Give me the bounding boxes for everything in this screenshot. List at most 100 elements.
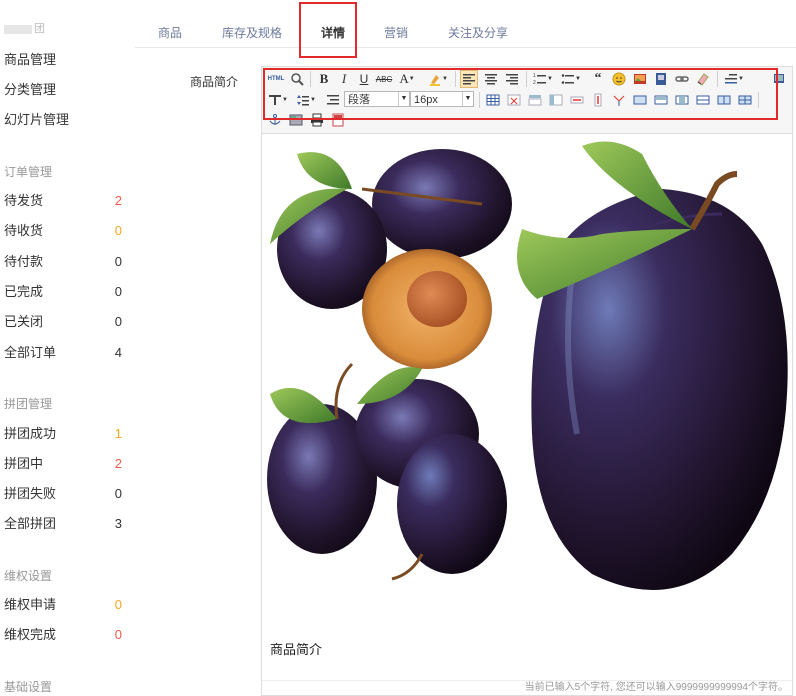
bold-icon[interactable]: B: [315, 70, 333, 88]
text-indent-icon[interactable]: ▼: [722, 70, 746, 88]
section-title-rights: 维权设置: [4, 569, 53, 583]
sidebar-item-all-orders[interactable]: 全部订单 4: [4, 343, 122, 363]
count-badge: 3: [114, 516, 122, 531]
sidebar-item-label: 维权申请: [4, 597, 57, 612]
delete-col-icon[interactable]: [589, 91, 607, 109]
sidebar-item-label: 维权完成: [4, 627, 57, 642]
paragraph-spacing-icon[interactable]: ▼: [266, 91, 290, 109]
field-label-intro: 商品简介: [190, 75, 239, 89]
italic-icon[interactable]: I: [335, 70, 353, 88]
blurred-title: [4, 24, 32, 34]
tab-follow-share[interactable]: 关注及分享: [448, 24, 508, 41]
merge-down-icon[interactable]: [673, 91, 691, 109]
sidebar-item-label: 拼团成功: [4, 426, 57, 441]
tab-marketing[interactable]: 营销: [384, 24, 408, 41]
paragraph-select[interactable]: 段落 ▼: [344, 91, 410, 107]
fullscreen-icon[interactable]: [770, 70, 788, 88]
count-badge: 0: [114, 597, 122, 612]
emoji-icon[interactable]: [610, 70, 628, 88]
blockquote-icon[interactable]: “: [589, 70, 607, 88]
sidebar-item-categories[interactable]: 分类管理: [4, 80, 122, 100]
insert-col-icon[interactable]: [547, 91, 565, 109]
svg-text:1: 1: [533, 73, 536, 79]
sidebar-item-label: 拼团失败: [4, 486, 57, 501]
editor-toolbar: HTML B I U ABC A ▼ ▼ 1 2 ▼ ▼ “ ▼ ▼ ▼ 段落 ▼ 16…: [262, 67, 792, 134]
editor-body-text[interactable]: 商品简介: [270, 639, 322, 658]
split-cell-icon[interactable]: [610, 91, 628, 109]
anchor-icon[interactable]: [266, 111, 284, 129]
count-badge: 2: [114, 456, 122, 471]
template-icon[interactable]: [287, 111, 305, 129]
count-badge: 0: [114, 314, 122, 329]
sidebar-item-to-ship[interactable]: 待发货 2: [4, 191, 122, 211]
sidebar-item-rights-done[interactable]: 维权完成 0: [4, 625, 122, 645]
align-right-icon[interactable]: [503, 70, 521, 88]
count-badge: 2: [114, 193, 122, 208]
sidebar-item-label: 全部订单: [4, 345, 57, 360]
section-title-basic-settings: 基础设置: [4, 680, 53, 694]
split-rows-icon[interactable]: [694, 91, 712, 109]
sidebar-item-to-pay[interactable]: 待付款 0: [4, 252, 122, 272]
sidebar-item-group-success[interactable]: 拼团成功 1: [4, 424, 122, 444]
sidebar-item-label: 拼团中: [4, 456, 44, 471]
count-badge: 0: [114, 627, 122, 642]
align-center-icon[interactable]: [482, 70, 500, 88]
sidebar-item-label: 待发货: [4, 193, 44, 208]
chevron-down-icon: ▼: [398, 92, 409, 106]
rich-text-editor: HTML B I U ABC A ▼ ▼ 1 2 ▼ ▼ “ ▼ ▼ ▼ 段落 ▼ 16…: [261, 66, 793, 696]
delete-table-icon[interactable]: [505, 91, 523, 109]
section-title-group-buy: 拼团管理: [4, 397, 53, 411]
format-block-icon[interactable]: [324, 91, 342, 109]
insert-table-icon[interactable]: [484, 91, 502, 109]
merge-cells-icon[interactable]: [631, 91, 649, 109]
strikethrough-icon[interactable]: ABC: [375, 70, 393, 88]
count-badge: 1: [114, 426, 122, 441]
tab-stock-specs[interactable]: 库存及规格: [222, 24, 282, 41]
merge-right-icon[interactable]: [652, 91, 670, 109]
insert-row-above-icon[interactable]: [526, 91, 544, 109]
image-icon[interactable]: [631, 70, 649, 88]
highlight-color-icon[interactable]: ▼: [426, 70, 450, 88]
eraser-icon[interactable]: [694, 70, 712, 88]
align-left-icon[interactable]: [460, 70, 478, 88]
sidebar-item-group-failed[interactable]: 拼团失败 0: [4, 484, 122, 504]
font-size-select[interactable]: 16px ▼: [410, 91, 474, 107]
sidebar-item-completed[interactable]: 已完成 0: [4, 282, 122, 302]
sidebar-item-label: 分类管理: [4, 82, 57, 97]
sidebar-item-rights-request[interactable]: 维权申请 0: [4, 595, 122, 615]
ordered-list-icon[interactable]: 1 2 ▼: [531, 70, 555, 88]
char-counter: 当前已输入5个字符, 您还可以输入9999999999994个字符。: [524, 682, 788, 693]
sidebar-item-products[interactable]: 商品管理: [4, 50, 122, 70]
table-props-icon[interactable]: [736, 91, 754, 109]
preview-icon[interactable]: [288, 70, 306, 88]
sidebar-item-label: 商品管理: [4, 52, 57, 67]
tab-details[interactable]: 详情: [321, 24, 345, 41]
sidebar-item-all-groups[interactable]: 全部拼团 3: [4, 514, 122, 534]
sidebar-item-closed[interactable]: 已关闭 0: [4, 312, 122, 332]
count-badge: 4: [114, 345, 122, 360]
drafts-icon[interactable]: [329, 111, 347, 129]
svg-text:2: 2: [533, 80, 536, 86]
plum-product-image: [262, 134, 792, 676]
unordered-list-icon[interactable]: ▼: [559, 70, 583, 88]
sidebar-item-label: 幻灯片管理: [4, 112, 70, 127]
video-icon[interactable]: [652, 70, 670, 88]
sidebar-item-label: 全部拼团: [4, 516, 57, 531]
html-source-button[interactable]: HTML: [266, 70, 286, 88]
sidebar-app-title: 团: [4, 20, 45, 36]
count-badge: 0: [114, 223, 122, 238]
sidebar-item-group-in-progress[interactable]: 拼团中 2: [4, 454, 122, 474]
sidebar-item-to-receive[interactable]: 待收货 0: [4, 221, 122, 241]
font-color-icon[interactable]: A ▼: [398, 70, 416, 88]
link-icon[interactable]: [673, 70, 691, 88]
sidebar-item-label: 待收货: [4, 223, 44, 238]
line-height-icon[interactable]: ▼: [294, 91, 318, 109]
underline-icon[interactable]: U: [355, 70, 373, 88]
split-cols-icon[interactable]: [715, 91, 733, 109]
section-title-orders: 订单管理: [4, 165, 53, 179]
sidebar-item-slides[interactable]: 幻灯片管理: [4, 110, 122, 130]
delete-row-icon[interactable]: [568, 91, 586, 109]
print-icon[interactable]: [308, 111, 326, 129]
tab-product[interactable]: 商品: [158, 24, 182, 41]
editor-content[interactable]: [262, 134, 792, 676]
